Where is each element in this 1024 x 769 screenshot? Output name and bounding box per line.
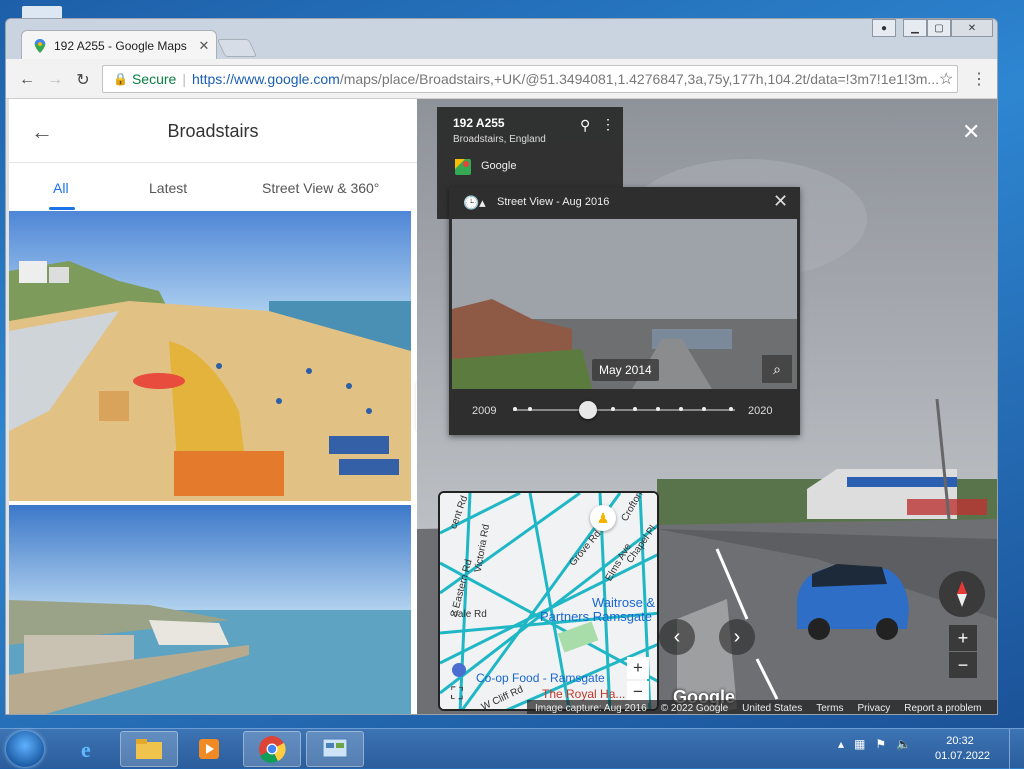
pegman-icon[interactable]: ♟ (590, 505, 616, 531)
clock-date: 01.07.2022 (935, 750, 991, 762)
historic-preview-image[interactable]: May 2014 ⌕ (452, 219, 797, 389)
street-label: Vale Rd (452, 609, 487, 620)
menu-kebab-icon[interactable]: ⋮ (971, 69, 987, 89)
photo-tabs: All Latest Street View & 360° (9, 163, 417, 211)
timeline-handle[interactable] (579, 401, 597, 419)
provider-label: Google (481, 160, 517, 172)
show-desktop-button[interactable] (1009, 729, 1024, 769)
lock-icon: 🔒 (113, 72, 128, 86)
more-options-icon[interactable]: ⋮ (601, 116, 615, 133)
media-player-icon[interactable] (180, 731, 238, 767)
timeline-slider[interactable] (513, 401, 735, 419)
tab-all[interactable]: All (53, 180, 69, 196)
taskbar: e ▴ ▦ ⚑ 🔈 20:32 01.07.2022 (0, 728, 1024, 769)
close-icon[interactable]: ✕ (773, 191, 788, 212)
poi-label[interactable]: Waitrose & (592, 595, 655, 610)
address-title: 192 A255 (453, 116, 505, 130)
zoom-out-button[interactable]: − (949, 652, 977, 678)
forward-arrow-icon[interactable]: → (44, 69, 66, 91)
time-machine-header: 🕒▴ Street View - Aug 2016 ✕ (449, 187, 800, 217)
tab-street-view[interactable]: Street View & 360° (262, 180, 379, 196)
browser-toolbar: ← → ↻ 🔒 Secure | https://www.google.com … (6, 59, 997, 99)
browser-tab[interactable]: 192 A255 - Google Maps ✕ (21, 30, 217, 60)
timeline-start-year: 2009 (472, 405, 497, 417)
beach-photo[interactable] (9, 211, 411, 501)
active-tab-indicator (49, 207, 75, 210)
poi-label[interactable]: Partners Ramsgate (540, 609, 652, 624)
google-maps-icon (455, 159, 471, 175)
close-icon[interactable]: ✕ (962, 119, 980, 145)
privacy-link[interactable]: Privacy (857, 703, 890, 714)
chrome-icon[interactable] (243, 731, 301, 767)
start-button[interactable] (6, 731, 44, 767)
svg-text:e: e (81, 737, 91, 762)
tab-title: 192 A255 - Google Maps (54, 38, 187, 53)
new-tab-button[interactable] (216, 39, 258, 57)
control-panel-icon[interactable] (306, 731, 364, 767)
action-center-icon[interactable]: ⚑ (875, 737, 886, 751)
time-machine-panel: 🕒▴ Street View - Aug 2016 ✕ May 2014 ⌕ 2… (449, 187, 800, 435)
panel-title: Broadstairs (167, 121, 259, 141)
secure-label: Secure (131, 71, 177, 87)
capture-date-badge: May 2014 (592, 359, 659, 381)
tab-strip: 192 A255 - Google Maps ✕ ● ▁ ▢ ✕ (6, 19, 997, 60)
url-host: https://www.google.com (191, 71, 340, 87)
store-marker-icon[interactable] (452, 663, 466, 677)
compass-icon[interactable] (939, 571, 985, 617)
minimize-button[interactable]: ▁ (903, 19, 927, 37)
timeline-end-year: 2020 (748, 405, 773, 417)
profile-icon[interactable]: ● (872, 19, 896, 37)
maps-pin-icon (34, 38, 46, 53)
minimap[interactable]: cent Rd Grove Rd Elms Ave Chapel Pl Crof… (438, 491, 659, 711)
time-machine-title: Street View - Aug 2016 (497, 196, 610, 208)
map-footer: Image capture: Aug 2016 © 2022 Google Un… (527, 700, 997, 714)
browser-window: 192 A255 - Google Maps ✕ ● ▁ ▢ ✕ ← → ↻ 🔒… (5, 18, 998, 715)
url-path: /maps/place/Broadstairs,+UK/@51.3494081,… (339, 71, 940, 87)
network-icon[interactable]: ▦ (854, 737, 865, 751)
locality-label: Broadstairs, England (453, 134, 546, 145)
clock-time: 20:32 (946, 735, 974, 747)
photos-panel: ← Broadstairs All Latest Street View & 3… (9, 99, 417, 714)
place-pin-icon[interactable]: ⚲ (580, 117, 590, 134)
address-bar[interactable]: 🔒 Secure | https://www.google.com /maps/… (102, 65, 958, 93)
zoom-icon[interactable]: ⌕ (762, 355, 792, 383)
separator: | (182, 71, 186, 87)
nav-left-arrow[interactable]: ‹ (659, 619, 695, 655)
maximize-button[interactable]: ▢ (927, 19, 951, 37)
copyright-label: © 2022 Google (660, 702, 729, 714)
poi-label[interactable]: Co-op Food - Ramsgate (476, 671, 605, 685)
street-view[interactable]: ✕ 192 A255 Broadstairs, England Google ⚲… (417, 99, 997, 714)
clock[interactable]: 20:32 01.07.2022 (935, 734, 991, 764)
volume-icon[interactable]: 🔈 (896, 737, 911, 751)
tray-expand-icon[interactable]: ▴ (838, 737, 844, 751)
image-capture-label: Image capture: Aug 2016 (535, 702, 647, 714)
fullscreen-icon[interactable]: ⛶ (446, 683, 468, 705)
close-window-button[interactable]: ✕ (951, 19, 993, 37)
poi-label[interactable]: The Royal Ha... (542, 687, 625, 701)
tab-close-icon[interactable]: ✕ (196, 38, 212, 54)
report-link[interactable]: Report a problem (904, 703, 981, 714)
terms-link[interactable]: Terms (816, 703, 843, 714)
explorer-icon[interactable] (120, 731, 178, 767)
ie-icon[interactable]: e (60, 731, 118, 767)
zoom-in-button[interactable]: + (627, 657, 649, 679)
zoom-in-button[interactable]: + (949, 625, 977, 651)
tab-latest[interactable]: Latest (149, 180, 187, 196)
system-tray: ▴ ▦ ⚑ 🔈 (838, 737, 911, 751)
panel-header: ← Broadstairs (9, 99, 417, 163)
history-clock-icon[interactable]: 🕒▴ (463, 195, 486, 211)
nav-right-arrow[interactable]: › (719, 619, 755, 655)
coast-photo[interactable] (9, 505, 411, 714)
region-link[interactable]: United States (742, 703, 802, 714)
reload-icon[interactable]: ↻ (72, 69, 94, 91)
back-arrow-icon[interactable]: ← (16, 69, 38, 91)
bookmark-star-icon[interactable]: ☆ (939, 69, 953, 89)
